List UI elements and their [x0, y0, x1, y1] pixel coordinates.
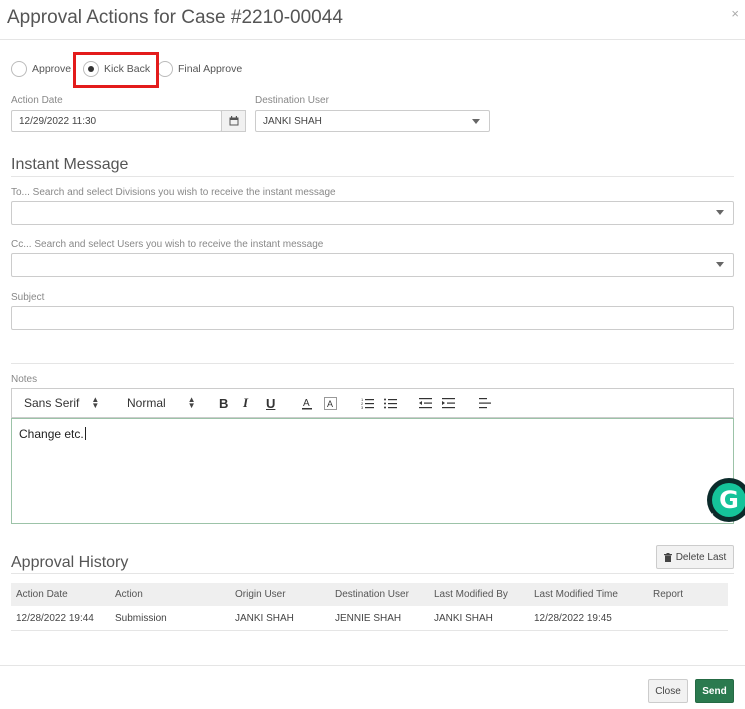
grammarly-dots-icon: ⠿: [709, 514, 716, 521]
svg-text:A: A: [303, 398, 310, 409]
delete-last-label: Delete Last: [675, 551, 727, 563]
radio-circle-icon: [11, 61, 27, 77]
divider: [11, 573, 734, 574]
approval-history-heading: Approval History: [11, 554, 129, 571]
column-header: Report: [653, 589, 684, 600]
divider: [11, 176, 734, 177]
destination-user-select[interactable]: JANKI SHAH: [255, 110, 490, 132]
cc-label: Cc... Search and select Users you wish t…: [11, 239, 324, 250]
to-divisions-select[interactable]: [11, 201, 734, 225]
grammarly-icon: G: [712, 483, 745, 517]
destination-user-label: Destination User: [255, 95, 329, 106]
column-header: Last Modified Time: [534, 589, 618, 600]
font-size-select[interactable]: Normal ▲ ▼: [127, 389, 196, 417]
send-button[interactable]: Send: [695, 679, 734, 703]
table-cell: 12/28/2022 19:45: [534, 612, 612, 624]
outdent-icon[interactable]: [419, 389, 432, 417]
dialog-header: Approval Actions for Case #2210-00044 ×: [0, 0, 745, 40]
column-header: Last Modified By: [434, 589, 508, 600]
approval-history-table: Action Date Action Origin User Destinati…: [11, 583, 728, 631]
italic-icon[interactable]: I: [243, 389, 248, 417]
cc-users-select[interactable]: [11, 253, 734, 277]
chevron-down-icon: [472, 119, 480, 124]
close-icon[interactable]: ×: [731, 6, 739, 21]
instant-message-heading: Instant Message: [11, 156, 129, 173]
select-arrows-icon: ▲ ▼: [187, 395, 196, 410]
text-cursor: [84, 427, 86, 440]
divider: [11, 363, 734, 364]
align-icon[interactable]: [479, 389, 491, 417]
to-label: To... Search and select Divisions you wi…: [11, 187, 336, 198]
table-cell: JANKI SHAH: [235, 612, 294, 624]
column-header: Origin User: [235, 589, 286, 600]
bold-icon[interactable]: B: [219, 389, 228, 417]
radio-label: Final Approve: [178, 63, 243, 75]
table-row: 12/28/2022 19:44 Submission JANKI SHAH J…: [11, 606, 728, 631]
subject-input[interactable]: [11, 306, 734, 330]
font-family-select[interactable]: Sans Serif ▲ ▼: [24, 389, 99, 417]
bullet-list-icon[interactable]: [384, 389, 397, 417]
grammarly-button[interactable]: G ⠿: [707, 478, 745, 522]
ordered-list-icon[interactable]: 123: [361, 389, 374, 417]
delete-last-button[interactable]: Delete Last: [656, 545, 734, 569]
table-cell: 12/28/2022 19:44: [16, 612, 94, 624]
notes-content: Change etc.: [19, 427, 84, 441]
column-header: Destination User: [335, 589, 409, 600]
radio-final-approve[interactable]: Final Approve: [157, 60, 242, 78]
dialog-title: Approval Actions for Case #2210-00044: [7, 7, 343, 28]
notes-editor[interactable]: Change etc.: [11, 418, 734, 524]
table-cell: JENNIE SHAH: [335, 612, 402, 624]
notes-label: Notes: [11, 374, 38, 385]
font-size-value: Normal: [127, 396, 166, 410]
font-family-value: Sans Serif: [24, 396, 80, 410]
svg-text:3: 3: [361, 405, 364, 409]
approval-actions-dialog: Approval Actions for Case #2210-00044 × …: [0, 0, 745, 709]
radio-approve[interactable]: Approve: [11, 60, 71, 78]
table-cell: Submission: [115, 612, 167, 624]
svg-text:A: A: [327, 399, 333, 409]
calendar-icon: [229, 116, 238, 126]
close-button[interactable]: Close: [648, 679, 688, 703]
background-color-icon[interactable]: A: [324, 389, 337, 417]
trash-icon: [663, 552, 672, 562]
editor-toolbar: Sans Serif ▲ ▼ Normal ▲ ▼ B I U A A 123: [11, 388, 734, 418]
indent-icon[interactable]: [442, 389, 455, 417]
radio-circle-icon: [157, 61, 173, 77]
action-date-label: Action Date: [11, 95, 63, 106]
text-color-icon[interactable]: A: [301, 389, 313, 417]
select-arrows-icon: ▲ ▼: [91, 395, 100, 410]
action-date-input[interactable]: 12/29/2022 11:30: [11, 110, 222, 132]
column-header: Action: [115, 589, 143, 600]
underline-icon[interactable]: U: [266, 389, 275, 417]
chevron-down-icon: [716, 262, 724, 267]
column-header: Action Date: [16, 589, 68, 600]
radio-label: Approve: [32, 63, 72, 75]
calendar-button[interactable]: [221, 110, 246, 132]
highlight-annotation: [73, 52, 159, 88]
table-cell: JANKI SHAH: [434, 612, 493, 624]
footer-divider: [0, 665, 745, 666]
chevron-down-icon: [716, 210, 724, 215]
action-radio-group: Approve Kick Back Final Approve: [11, 60, 311, 80]
table-header: Action Date Action Origin User Destinati…: [11, 583, 728, 606]
subject-label: Subject: [11, 292, 45, 303]
